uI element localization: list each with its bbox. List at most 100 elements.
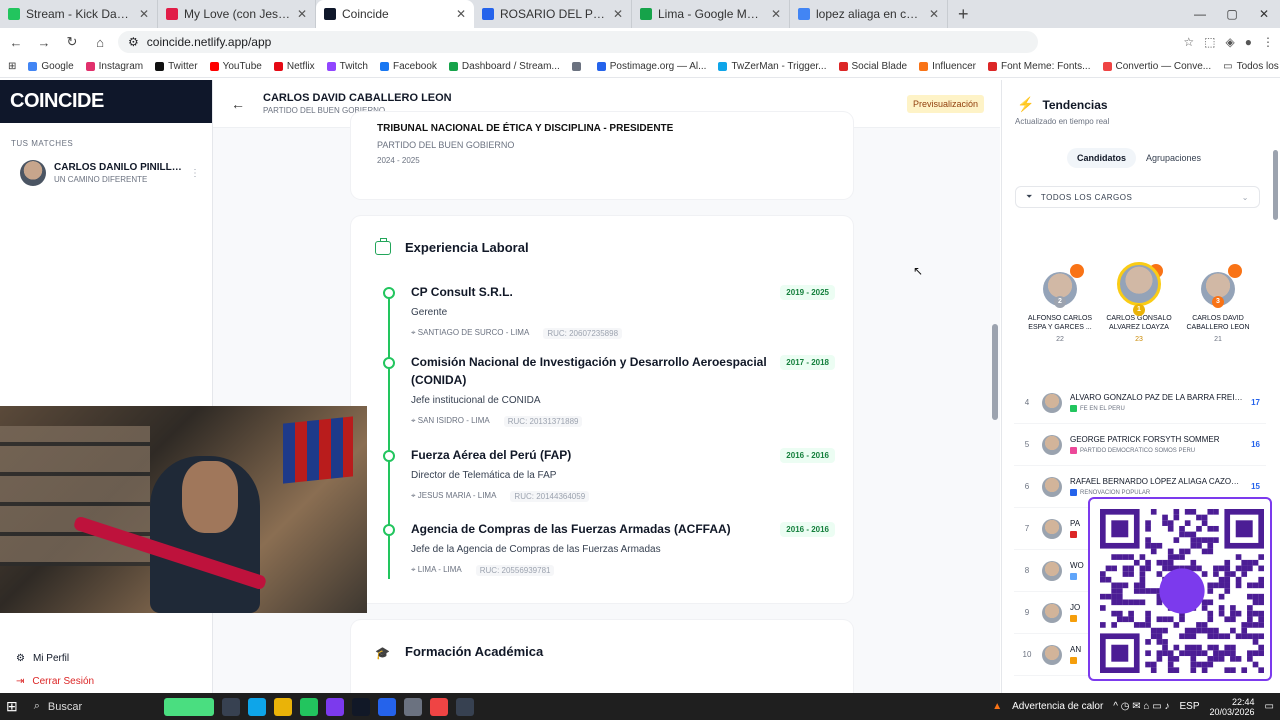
extensions-puzzle-icon[interactable]: ◈ <box>1226 35 1235 49</box>
location-pin-icon: ⌖ JESUS MARIA - LIMA <box>411 491 497 500</box>
file-explorer-icon[interactable] <box>273 697 292 716</box>
extension-icon[interactable]: ⬚ <box>1204 35 1215 49</box>
bookmark-item[interactable]: Social Blade <box>838 61 908 72</box>
home-icon[interactable]: ⌂ <box>90 35 110 50</box>
browser-tab[interactable]: lopez aliaga en chiclayo - Busca ✕ <box>790 0 948 28</box>
podium-candidate[interactable]: 1 CARLOS GONSALO ALVAREZ LOAYZA 23 <box>1103 262 1175 352</box>
clock[interactable]: 22:44 20/03/2026 <box>1210 697 1255 717</box>
close-tab-icon[interactable]: ✕ <box>771 7 781 21</box>
store-icon[interactable] <box>299 697 318 716</box>
more-options-icon[interactable]: ⋮ <box>190 168 200 179</box>
browser-tab[interactable]: Stream - Kick Dashboard ✕ <box>0 0 158 28</box>
bookmark-item[interactable]: Font Meme: Fonts... <box>988 61 1091 72</box>
bookmark-star-icon[interactable]: ☆ <box>1183 35 1194 49</box>
clock-date: 20/03/2026 <box>1209 706 1255 717</box>
app-icon-2[interactable] <box>351 697 370 716</box>
app-icon-5[interactable] <box>455 697 474 716</box>
trends-toggle: Candidatos Agrupaciones <box>1067 148 1211 168</box>
url-input[interactable]: ⚙ coincide.netlify.app/app <box>118 31 1038 53</box>
office-filter-select[interactable]: ⏷ TODOS LOS CARGOS ⌄ <box>1015 186 1260 208</box>
back-icon[interactable]: ← <box>6 35 26 50</box>
browser-tab[interactable]: ROSARIO DEL PILAR FERNANDEZ ✕ <box>474 0 632 28</box>
profile-icon[interactable]: ● <box>1245 35 1252 49</box>
tab-favicon-icon <box>640 8 652 20</box>
bookmark-favicon-icon <box>571 62 581 71</box>
job-company: Agencia de Compras de las Fuerzas Armada… <box>411 522 731 536</box>
bookmark-item[interactable]: Netflix <box>273 61 315 72</box>
profile-label: Mi Perfil <box>32 653 70 664</box>
bookmark-item[interactable]: Facebook <box>380 61 437 72</box>
language-indicator[interactable]: ESP <box>1179 701 1199 712</box>
bookmark-item[interactable]: Instagram <box>85 61 143 72</box>
brand-logo[interactable]: COINCIDE <box>0 80 212 123</box>
taskbar-search[interactable]: ⌕ Buscar <box>26 697 156 717</box>
new-tab-icon[interactable]: + <box>948 0 979 28</box>
ranking-row[interactable]: 5 GEORGE PATRICK FORSYTH SOMMER PARTIDO … <box>1014 424 1266 466</box>
forward-icon[interactable]: → <box>34 35 54 50</box>
main-scrollbar[interactable] <box>992 130 998 690</box>
tab-candidates[interactable]: Candidatos <box>1067 148 1137 168</box>
rank-badge: 1 <box>1133 304 1145 316</box>
app-icon-4[interactable] <box>403 697 422 716</box>
bookmark-item[interactable]: Postimage.org — Al... <box>596 61 706 72</box>
close-tab-icon[interactable]: ✕ <box>613 7 623 21</box>
bookmark-item[interactable]: Convertio — Conve... <box>1102 61 1211 72</box>
browser-tab[interactable]: My Love (con Jess Glynne) ✕ <box>158 0 316 28</box>
url-text: coincide.netlify.app/app <box>146 35 272 49</box>
bookmark-item[interactable] <box>571 62 585 71</box>
bookmark-favicon-icon <box>209 62 219 71</box>
job-position: Director de Telemática de la FAP <box>411 470 557 481</box>
podium-candidate[interactable]: 3 CARLOS DAVID CABALLERO LEON 21 <box>1182 262 1254 352</box>
close-tab-icon[interactable]: ✕ <box>139 7 149 21</box>
edge-icon[interactable] <box>247 697 266 716</box>
reload-icon[interactable]: ↻ <box>62 34 82 50</box>
chrome-icon[interactable] <box>429 697 448 716</box>
bookmark-item[interactable]: Google <box>28 61 74 72</box>
tab-groups[interactable]: Agrupaciones <box>1136 148 1211 168</box>
all-bookmarks-folder[interactable]: ▭Todos los marcadores <box>1223 61 1280 72</box>
bookmark-item[interactable]: YouTube <box>209 61 262 72</box>
windows-start-icon[interactable]: ⊞ <box>6 698 18 715</box>
browser-tab[interactable]: Coincide ✕ <box>316 0 474 28</box>
back-arrow-icon[interactable]: ← <box>231 96 245 112</box>
app-icon[interactable] <box>325 697 344 716</box>
minimize-icon[interactable]: — <box>1184 0 1216 28</box>
taskbar-widget-icon[interactable] <box>163 697 214 716</box>
close-tab-icon[interactable]: ✕ <box>929 7 939 21</box>
site-info-icon[interactable]: ⚙ <box>128 35 139 49</box>
bookmark-label: Social Blade <box>851 61 908 72</box>
webcam-overlay <box>0 406 367 613</box>
bookmark-item[interactable]: Twitter <box>155 61 198 72</box>
bookmark-label: Netflix <box>286 61 315 72</box>
notification-icon[interactable]: ▭ <box>1265 701 1274 712</box>
match-item[interactable]: CARLOS DANILO PINILLO... UN CAMINO DIFER… <box>0 148 212 186</box>
search-icon: ⌕ <box>33 700 40 712</box>
profile-link[interactable]: ⚙ Mi Perfil <box>0 647 212 670</box>
tray-icons[interactable]: ^ ◷ ✉ ⌂ ▭ ♪ <box>1113 701 1169 712</box>
address-bar: ← → ↻ ⌂ ⚙ coincide.netlify.app/app ☆ ⬚ ◈… <box>0 28 1280 56</box>
menu-dots-icon[interactable]: ⋮ <box>1262 35 1274 49</box>
apps-grid-icon[interactable]: ⊞ <box>8 61 16 72</box>
chevron-down-icon: ⌄ <box>1241 192 1249 202</box>
app-icon-3[interactable] <box>377 697 396 716</box>
maximize-icon[interactable]: ▢ <box>1216 0 1248 28</box>
bookmark-item[interactable]: Twitch <box>326 61 368 72</box>
panel-scrollbar[interactable] <box>1273 150 1278 220</box>
ranking-row[interactable]: 4 ALVARO GONZALO PAZ DE LA BARRA FREIG..… <box>1014 382 1266 424</box>
logout-link[interactable]: ⇥ Cerrar Sesión <box>0 670 212 693</box>
role-party: PARTIDO DEL BUEN GOBIERNO <box>377 140 515 150</box>
close-tab-icon[interactable]: ✕ <box>456 7 466 21</box>
bookmark-item[interactable]: Dashboard / Stream... <box>448 61 560 72</box>
task-view-icon[interactable] <box>221 697 240 716</box>
bookmark-item[interactable]: Influencer <box>919 61 976 72</box>
close-window-icon[interactable]: ✕ <box>1248 0 1280 28</box>
taskbar-search-label: Buscar <box>47 700 83 713</box>
close-tab-icon[interactable]: ✕ <box>297 7 307 21</box>
bookmark-item[interactable]: TwZerMan - Trigger... <box>718 61 827 72</box>
weather-text[interactable]: Advertencia de calor <box>1012 701 1103 712</box>
gear-icon: ⚙ <box>16 653 25 664</box>
podium-candidate[interactable]: 2 ALFONSO CARLOS ESPA Y GARCES ... 22 <box>1024 262 1096 352</box>
browser-tab[interactable]: Lima - Google Maps ✕ <box>632 0 790 28</box>
scroll-thumb[interactable] <box>992 324 998 420</box>
matches-label: TUS MATCHES <box>11 139 74 148</box>
